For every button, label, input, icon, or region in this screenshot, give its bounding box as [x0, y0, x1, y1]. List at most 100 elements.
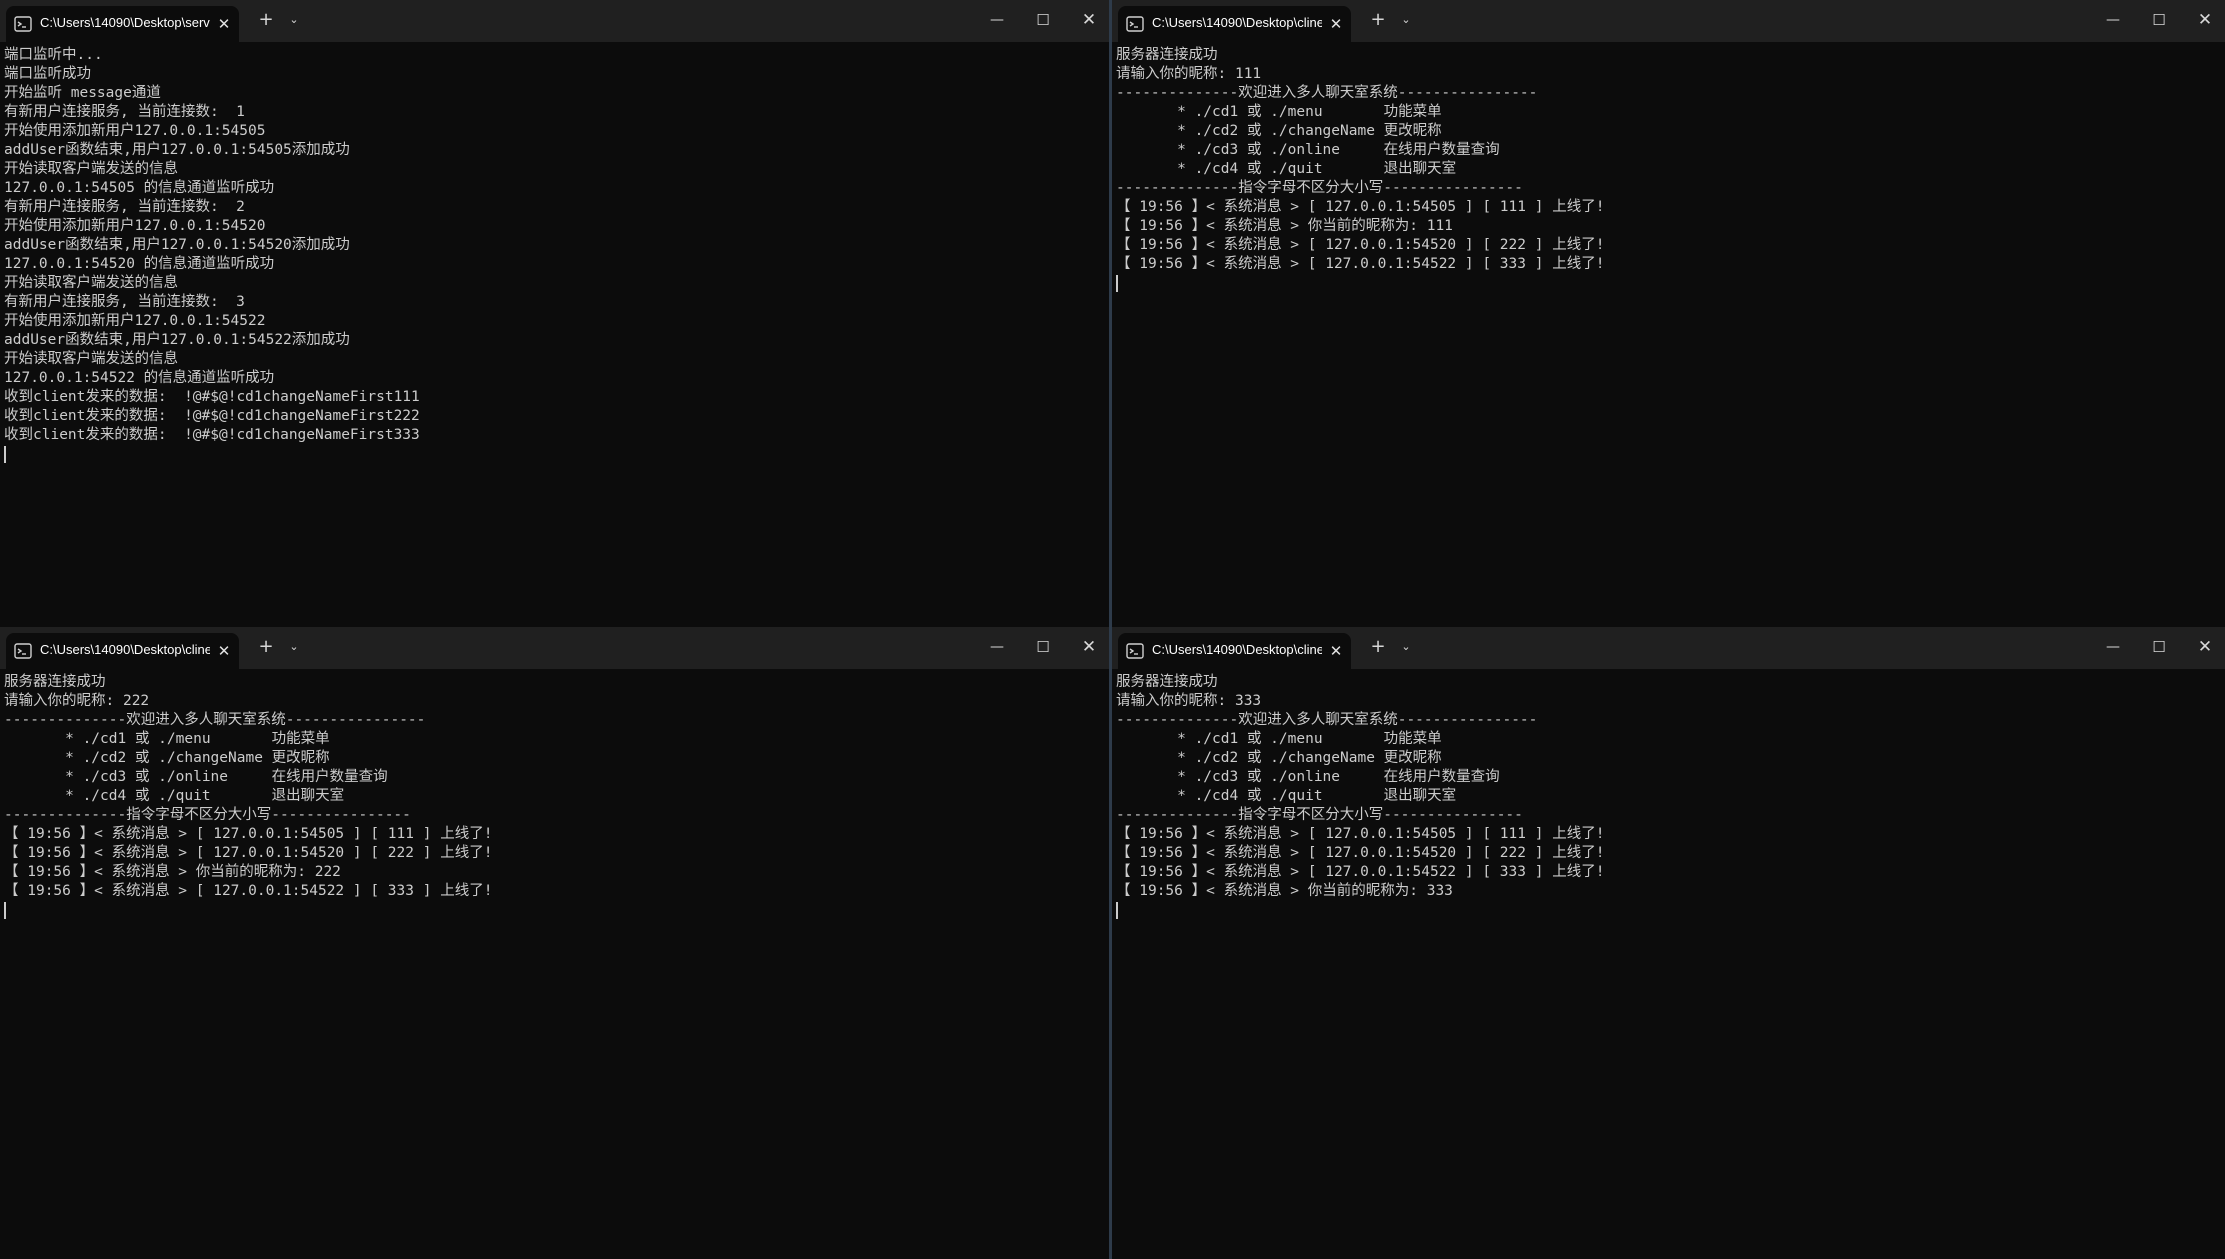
tab-title: C:\Users\14090\Desktop\serve	[40, 15, 210, 30]
terminal-line: 【 19:56 】< 系统消息 > [ 127.0.0.1:54522 ] [ …	[1116, 256, 1605, 272]
chevron-down-icon[interactable]: ⌄	[1396, 637, 1416, 657]
terminal-line: 请输入你的昵称: 111	[1116, 66, 1262, 82]
terminal-line: * ./cd2 或 ./changeName 更改昵称	[1116, 750, 1442, 766]
tab-server[interactable]: C:\Users\14090\Desktop\serve ✕	[6, 6, 239, 42]
close-icon[interactable]: ✕	[1074, 633, 1104, 661]
minimize-icon[interactable]: —	[2098, 6, 2128, 34]
terminal-line: 【 19:56 】< 系统消息 > 你当前的昵称为: 333	[1116, 883, 1453, 899]
title-bar[interactable]: C:\Users\14090\Desktop\cline ✕ + ⌄ — ☐ ✕	[1112, 0, 2225, 42]
terminal-line: 开始读取客户端发送的信息	[4, 275, 178, 291]
text-cursor	[4, 902, 6, 919]
terminal-line: * ./cd1 或 ./menu 功能菜单	[4, 731, 330, 747]
close-icon[interactable]: ✕	[2190, 6, 2220, 34]
chevron-down-icon[interactable]: ⌄	[1396, 10, 1416, 30]
terminal-line: * ./cd4 或 ./quit 退出聊天室	[4, 788, 345, 804]
title-bar[interactable]: C:\Users\14090\Desktop\serve ✕ + ⌄ — ☐ ✕	[0, 0, 1109, 42]
plus-icon[interactable]: +	[1368, 10, 1388, 30]
text-cursor	[1116, 902, 1118, 919]
terminal-line: 【 19:56 】< 系统消息 > [ 127.0.0.1:54520 ] [ …	[4, 845, 493, 861]
terminal-line: 开始使用添加新用户127.0.0.1:54505	[4, 123, 266, 139]
close-icon[interactable]: ✕	[1326, 14, 1346, 34]
terminal-line: * ./cd4 或 ./quit 退出聊天室	[1116, 161, 1457, 177]
terminal-line: 【 19:56 】< 系统消息 > [ 127.0.0.1:54522 ] [ …	[4, 883, 493, 899]
terminal-output[interactable]: 服务器连接成功请输入你的昵称: 222 --------------欢迎进入多人聊…	[4, 673, 1105, 1255]
tab-title: C:\Users\14090\Desktop\cline	[1152, 642, 1322, 657]
terminal-icon	[1126, 16, 1144, 32]
terminal-line: 开始读取客户端发送的信息	[4, 351, 178, 367]
terminal-line: 请输入你的昵称: 222	[4, 693, 150, 709]
maximize-icon[interactable]: ☐	[1028, 633, 1058, 661]
terminal-line: 【 19:56 】< 系统消息 > [ 127.0.0.1:54520 ] [ …	[1116, 237, 1605, 253]
maximize-icon[interactable]: ☐	[2144, 633, 2174, 661]
terminal-line: 端口监听中...	[4, 47, 103, 63]
terminal-line: * ./cd3 或 ./online 在线用户数量查询	[1116, 769, 1500, 785]
terminal-icon	[14, 16, 32, 32]
maximize-icon[interactable]: ☐	[2144, 6, 2174, 34]
terminal-line: * ./cd1 或 ./menu 功能菜单	[1116, 731, 1442, 747]
terminal-line: 有新用户连接服务, 当前连接数: 2	[4, 199, 245, 215]
plus-icon[interactable]: +	[256, 10, 276, 30]
prompt-line	[1116, 901, 2221, 920]
terminal-line: 服务器连接成功	[1116, 674, 1218, 690]
text-cursor	[4, 446, 6, 463]
terminal-line: 【 19:56 】< 系统消息 > [ 127.0.0.1:54522 ] [ …	[1116, 864, 1605, 880]
terminal-line: 127.0.0.1:54505 的信息通道监听成功	[4, 180, 275, 196]
title-bar[interactable]: C:\Users\14090\Desktop\cline ✕ + ⌄ — ☐ ✕	[1112, 627, 2225, 669]
terminal-icon	[14, 643, 32, 659]
terminal-line: 开始监听 message通道	[4, 85, 161, 101]
close-icon[interactable]: ✕	[2190, 633, 2220, 661]
terminal-line: 【 19:56 】< 系统消息 > [ 127.0.0.1:54520 ] [ …	[1116, 845, 1605, 861]
chevron-down-icon[interactable]: ⌄	[284, 637, 304, 657]
terminal-line: addUser函数结束,用户127.0.0.1:54520添加成功	[4, 237, 350, 253]
terminal-line: * ./cd3 或 ./online 在线用户数量查询	[4, 769, 388, 785]
terminal-line: 服务器连接成功	[1116, 47, 1218, 63]
terminal-line: * ./cd2 或 ./changeName 更改昵称	[1116, 123, 1442, 139]
close-icon[interactable]: ✕	[1326, 641, 1346, 661]
tab-title: C:\Users\14090\Desktop\cline	[1152, 15, 1322, 30]
close-icon[interactable]: ✕	[1074, 6, 1104, 34]
title-bar[interactable]: C:\Users\14090\Desktop\cline ✕ + ⌄ — ☐ ✕	[0, 627, 1109, 669]
terminal-line: 有新用户连接服务, 当前连接数: 1	[4, 104, 245, 120]
terminal-output[interactable]: 服务器连接成功 请输入你的昵称: 333 --------------欢迎进入多人聊…	[1116, 673, 2221, 1255]
terminal-line: --------------指令字母不区分大小写----------------	[1116, 180, 1523, 196]
close-icon[interactable]: ✕	[214, 641, 234, 661]
terminal-line: 开始使用添加新用户127.0.0.1:54522	[4, 313, 266, 329]
minimize-icon[interactable]: —	[982, 633, 1012, 661]
terminal-window-server: C:\Users\14090\Desktop\serve ✕ + ⌄ — ☐ ✕…	[0, 0, 1109, 627]
terminal-line: * ./cd4 或 ./quit 退出聊天室	[1116, 788, 1457, 804]
maximize-icon[interactable]: ☐	[1028, 6, 1058, 34]
terminal-line: 收到client发来的数据: !@#$@!cd1changeNameFirst1…	[4, 389, 420, 405]
prompt-line	[1116, 274, 2221, 293]
terminal-line: --------------指令字母不区分大小写----------------	[1116, 807, 1523, 823]
terminal-line: * ./cd2 或 ./changeName 更改昵称	[4, 750, 330, 766]
text-cursor	[1116, 275, 1118, 292]
terminal-line: --------------指令字母不区分大小写----------------	[4, 807, 411, 823]
tab-client[interactable]: C:\Users\14090\Desktop\cline ✕	[1118, 633, 1351, 669]
terminal-line: 服务器连接成功	[4, 674, 106, 690]
terminal-line: 有新用户连接服务, 当前连接数: 3	[4, 294, 245, 310]
tab-title: C:\Users\14090\Desktop\cline	[40, 642, 210, 657]
terminal-line: 收到client发来的数据: !@#$@!cd1changeNameFirst3…	[4, 427, 420, 443]
terminal-line: 请输入你的昵称: 333	[1116, 693, 1262, 709]
terminal-line: addUser函数结束,用户127.0.0.1:54522添加成功	[4, 332, 350, 348]
tab-client[interactable]: C:\Users\14090\Desktop\cline ✕	[6, 633, 239, 669]
terminal-line: 【 19:56 】< 系统消息 > 你当前的昵称为: 111	[1116, 218, 1453, 234]
terminal-line: --------------欢迎进入多人聊天室系统---------------…	[4, 712, 426, 728]
close-icon[interactable]: ✕	[214, 14, 234, 34]
terminal-output[interactable]: 端口监听中... 端口监听成功开始监听 message通道有新用户连接服务, 当前…	[4, 46, 1105, 623]
chevron-down-icon[interactable]: ⌄	[284, 10, 304, 30]
terminal-line: 【 19:56 】< 系统消息 > [ 127.0.0.1:54505 ] [ …	[4, 826, 493, 842]
terminal-output[interactable]: 服务器连接成功 请输入你的昵称: 111 --------------欢迎进入多人聊…	[1116, 46, 2221, 623]
terminal-line: * ./cd3 或 ./online 在线用户数量查询	[1116, 142, 1500, 158]
terminal-line: 【 19:56 】< 系统消息 > [ 127.0.0.1:54505 ] [ …	[1116, 826, 1605, 842]
plus-icon[interactable]: +	[256, 637, 276, 657]
terminal-line: 127.0.0.1:54522 的信息通道监听成功	[4, 370, 275, 386]
terminal-line: 端口监听成功	[4, 66, 91, 82]
plus-icon[interactable]: +	[1368, 637, 1388, 657]
tab-client[interactable]: C:\Users\14090\Desktop\cline ✕	[1118, 6, 1351, 42]
minimize-icon[interactable]: —	[982, 6, 1012, 34]
terminal-window-client-222: C:\Users\14090\Desktop\cline ✕ + ⌄ — ☐ ✕…	[0, 627, 1109, 1259]
terminal-icon	[1126, 643, 1144, 659]
minimize-icon[interactable]: —	[2098, 633, 2128, 661]
terminal-line: 【 19:56 】< 系统消息 > 你当前的昵称为: 222	[4, 864, 341, 880]
